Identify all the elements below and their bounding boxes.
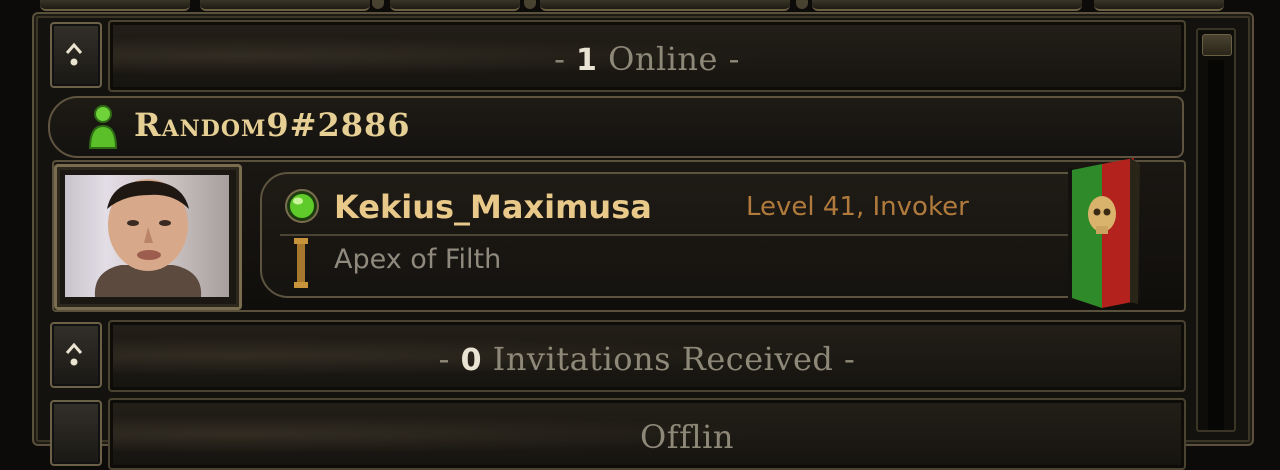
online-section-title: - 1 Online - (554, 40, 740, 78)
online-count: 1 (576, 43, 598, 78)
offline-section-header[interactable]: Offlin (108, 398, 1186, 470)
invitations-section-title: - 0 Invitations Received - (438, 340, 856, 378)
scroll-up-button[interactable] (1202, 34, 1232, 56)
scroll-track[interactable] (1208, 60, 1224, 430)
guild-name: Apex of Filth (334, 244, 502, 275)
character-portrait (65, 175, 229, 297)
invitations-section-header[interactable]: - 0 Invitations Received - (108, 320, 1186, 392)
chevron-up-icon (65, 342, 83, 366)
guild-tag-icon (294, 238, 308, 288)
chevron-up-icon (65, 42, 83, 66)
invitations-count: 0 (460, 343, 482, 378)
offline-section-title: Offlin (640, 418, 734, 456)
battletag: Random9#2886 (134, 106, 411, 144)
collapse-online-button[interactable] (50, 22, 102, 88)
scrollbar[interactable] (1196, 28, 1236, 432)
character-level-class: Level 41, Invoker (746, 192, 969, 222)
collapse-invitations-button[interactable] (50, 322, 102, 388)
clan-banner-icon (1068, 158, 1140, 308)
online-section-header[interactable]: - 1 Online - (108, 20, 1186, 92)
player-icon (88, 105, 118, 149)
info-divider (280, 234, 1074, 236)
account-row[interactable]: Random9#2886 (48, 96, 1184, 158)
online-status-icon (285, 189, 319, 223)
character-name: Kekius_Maximusa (334, 188, 652, 226)
collapse-offline-button[interactable] (50, 400, 102, 466)
character-portrait-frame (54, 164, 242, 310)
